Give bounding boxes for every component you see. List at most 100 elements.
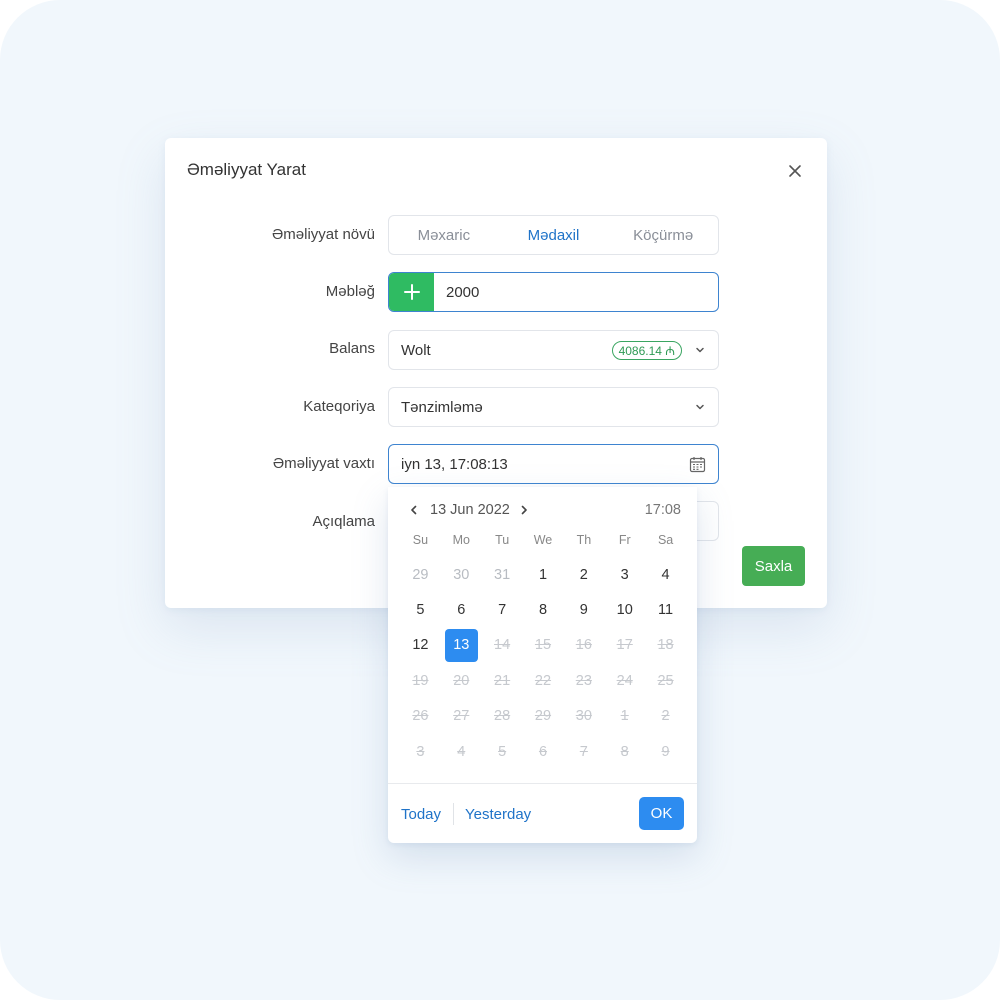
calendar-day-number: 31 bbox=[494, 566, 511, 583]
weekday-label: Mo bbox=[452, 533, 470, 547]
calendar-day[interactable]: 6 bbox=[441, 592, 482, 627]
calendar-day: 22 bbox=[523, 663, 564, 698]
calendar-day: 7 bbox=[563, 734, 604, 769]
calendar-day-number: 1 bbox=[620, 708, 629, 725]
chevron-down-icon bbox=[696, 347, 704, 353]
category-value: Tənzimləmə bbox=[401, 398, 483, 416]
weekday-label: Fr bbox=[618, 533, 631, 547]
calendar-day: 6 bbox=[523, 734, 564, 769]
calendar-day-number: 27 bbox=[453, 708, 470, 725]
calendar-day-number: 3 bbox=[620, 566, 629, 583]
balance-badge: 4086.14 ₼ bbox=[611, 341, 682, 360]
chevron-right-icon[interactable] bbox=[518, 504, 530, 516]
calendar-day-number: 28 bbox=[494, 708, 511, 725]
calendar-day[interactable]: 12 bbox=[400, 628, 441, 663]
calendar-day-number: 8 bbox=[538, 602, 548, 619]
picker-month-title[interactable]: 13 Jun 2022 bbox=[430, 502, 510, 518]
calendar-day: 8 bbox=[604, 734, 645, 769]
calendar-day[interactable]: 29 bbox=[400, 557, 441, 592]
save-button[interactable]: Saxla bbox=[742, 546, 805, 586]
calendar-day: 30 bbox=[563, 699, 604, 734]
weekday-label: Su bbox=[412, 533, 429, 547]
calendar-day: 1 bbox=[604, 699, 645, 734]
amount-label: Məbləğ bbox=[325, 283, 375, 300]
calendar-day-number: 9 bbox=[579, 602, 588, 619]
calendar-day: 16 bbox=[563, 628, 604, 663]
calendar-day: 19 bbox=[400, 663, 441, 698]
calendar-day: 17 bbox=[604, 628, 645, 663]
calendar-day[interactable]: 10 bbox=[604, 592, 645, 627]
calendar-day-number: 14 bbox=[494, 637, 511, 654]
calendar-day-number: 11 bbox=[658, 602, 674, 619]
calendar-day: 25 bbox=[645, 663, 686, 698]
chevron-down-icon bbox=[696, 404, 704, 410]
calendar-day[interactable]: 7 bbox=[482, 592, 523, 627]
picker-divider bbox=[388, 783, 697, 784]
category-label: Kateqoriya bbox=[303, 398, 375, 415]
calendar-day-number: 21 bbox=[494, 672, 511, 689]
weekday-label: Th bbox=[576, 533, 592, 547]
calendar-day: 2 bbox=[645, 699, 686, 734]
weekday-label: Sa bbox=[657, 533, 674, 547]
calendar-day-number: 29 bbox=[534, 708, 552, 725]
calendar-icon[interactable] bbox=[689, 456, 706, 473]
calendar-day-number: 17 bbox=[616, 637, 633, 654]
calendar-day-number: 15 bbox=[534, 637, 552, 654]
calendar-day-number: 23 bbox=[575, 672, 592, 689]
calendar-day: 4 bbox=[441, 734, 482, 769]
calendar-day-number: 12 bbox=[412, 637, 429, 654]
calendar-day: 26 bbox=[400, 699, 441, 734]
calendar-day[interactable]: 3 bbox=[604, 557, 645, 592]
calendar-day: 18 bbox=[645, 628, 686, 663]
type-option-expense[interactable]: Məxaric bbox=[389, 216, 499, 254]
yesterday-button[interactable]: Yesterday bbox=[465, 806, 531, 823]
calendar-day-number: 30 bbox=[453, 566, 470, 583]
weekday-header: Su Mo Tu We Th Fr Sa bbox=[400, 533, 686, 547]
calendar-day-number: 29 bbox=[412, 566, 429, 583]
balance-select[interactable]: Wolt 4086.14 ₼ bbox=[388, 330, 719, 370]
calendar-day-number: 5 bbox=[498, 743, 507, 760]
calendar-day[interactable]: 11 bbox=[645, 592, 686, 627]
calendar-day[interactable]: 31 bbox=[482, 557, 523, 592]
calendar-day: 23 bbox=[563, 663, 604, 698]
calendar-day[interactable]: 5 bbox=[400, 592, 441, 627]
calendar-day: 9 bbox=[645, 734, 686, 769]
close-icon[interactable] bbox=[784, 160, 806, 182]
ok-button[interactable]: OK bbox=[639, 797, 684, 830]
calendar-day-number: 7 bbox=[579, 743, 588, 760]
amount-input[interactable] bbox=[434, 273, 718, 311]
calendar-day: 24 bbox=[604, 663, 645, 698]
weekday-label: Tu bbox=[495, 533, 510, 547]
calendar-day[interactable]: 8 bbox=[523, 592, 564, 627]
calendar-day-number: 3 bbox=[416, 743, 425, 760]
calendar-day-number: 18 bbox=[657, 637, 674, 654]
calendar-day-number: 26 bbox=[412, 708, 429, 725]
calendar-day-selected[interactable]: 13 bbox=[441, 628, 482, 663]
calendar-day-number: 5 bbox=[416, 602, 425, 619]
calendar-day-number: 10 bbox=[616, 602, 633, 619]
calendar-grid: 29 30 31 1 2 3 4 5 6 7 8 9 10 11 12 13 14 15 16 17 18 19 20 21 2… bbox=[400, 557, 686, 769]
time-label: Əməliyyat vaxtı bbox=[272, 455, 375, 472]
type-option-income[interactable]: Mədaxil bbox=[499, 216, 609, 254]
calendar-day[interactable]: 2 bbox=[563, 557, 604, 592]
category-select[interactable]: Tənzimləmə bbox=[388, 387, 719, 427]
calendar-day[interactable]: 4 bbox=[645, 557, 686, 592]
calendar-day[interactable]: 30 bbox=[441, 557, 482, 592]
chevron-left-icon[interactable] bbox=[408, 504, 420, 516]
calendar-day: 20 bbox=[441, 663, 482, 698]
calendar-day-number: 16 bbox=[575, 637, 592, 654]
calendar-day[interactable]: 9 bbox=[563, 592, 604, 627]
modal-title: Əməliyyat Yarat bbox=[187, 160, 306, 179]
calendar-day: 3 bbox=[400, 734, 441, 769]
calendar-day: 5 bbox=[482, 734, 523, 769]
datetime-input[interactable]: iyn 13, 17:08:13 bbox=[388, 444, 719, 484]
calendar-day[interactable]: 1 bbox=[523, 557, 564, 592]
calendar-day-number: 1 bbox=[538, 566, 548, 583]
picker-time[interactable]: 17:08 bbox=[645, 502, 681, 518]
type-option-transfer[interactable]: Köçürmə bbox=[608, 216, 718, 254]
balance-label: Balans bbox=[329, 340, 375, 357]
today-button[interactable]: Today bbox=[401, 806, 441, 823]
balance-value: Wolt bbox=[401, 341, 431, 359]
plus-icon[interactable] bbox=[389, 273, 434, 311]
calendar-day-number: 7 bbox=[498, 602, 507, 619]
